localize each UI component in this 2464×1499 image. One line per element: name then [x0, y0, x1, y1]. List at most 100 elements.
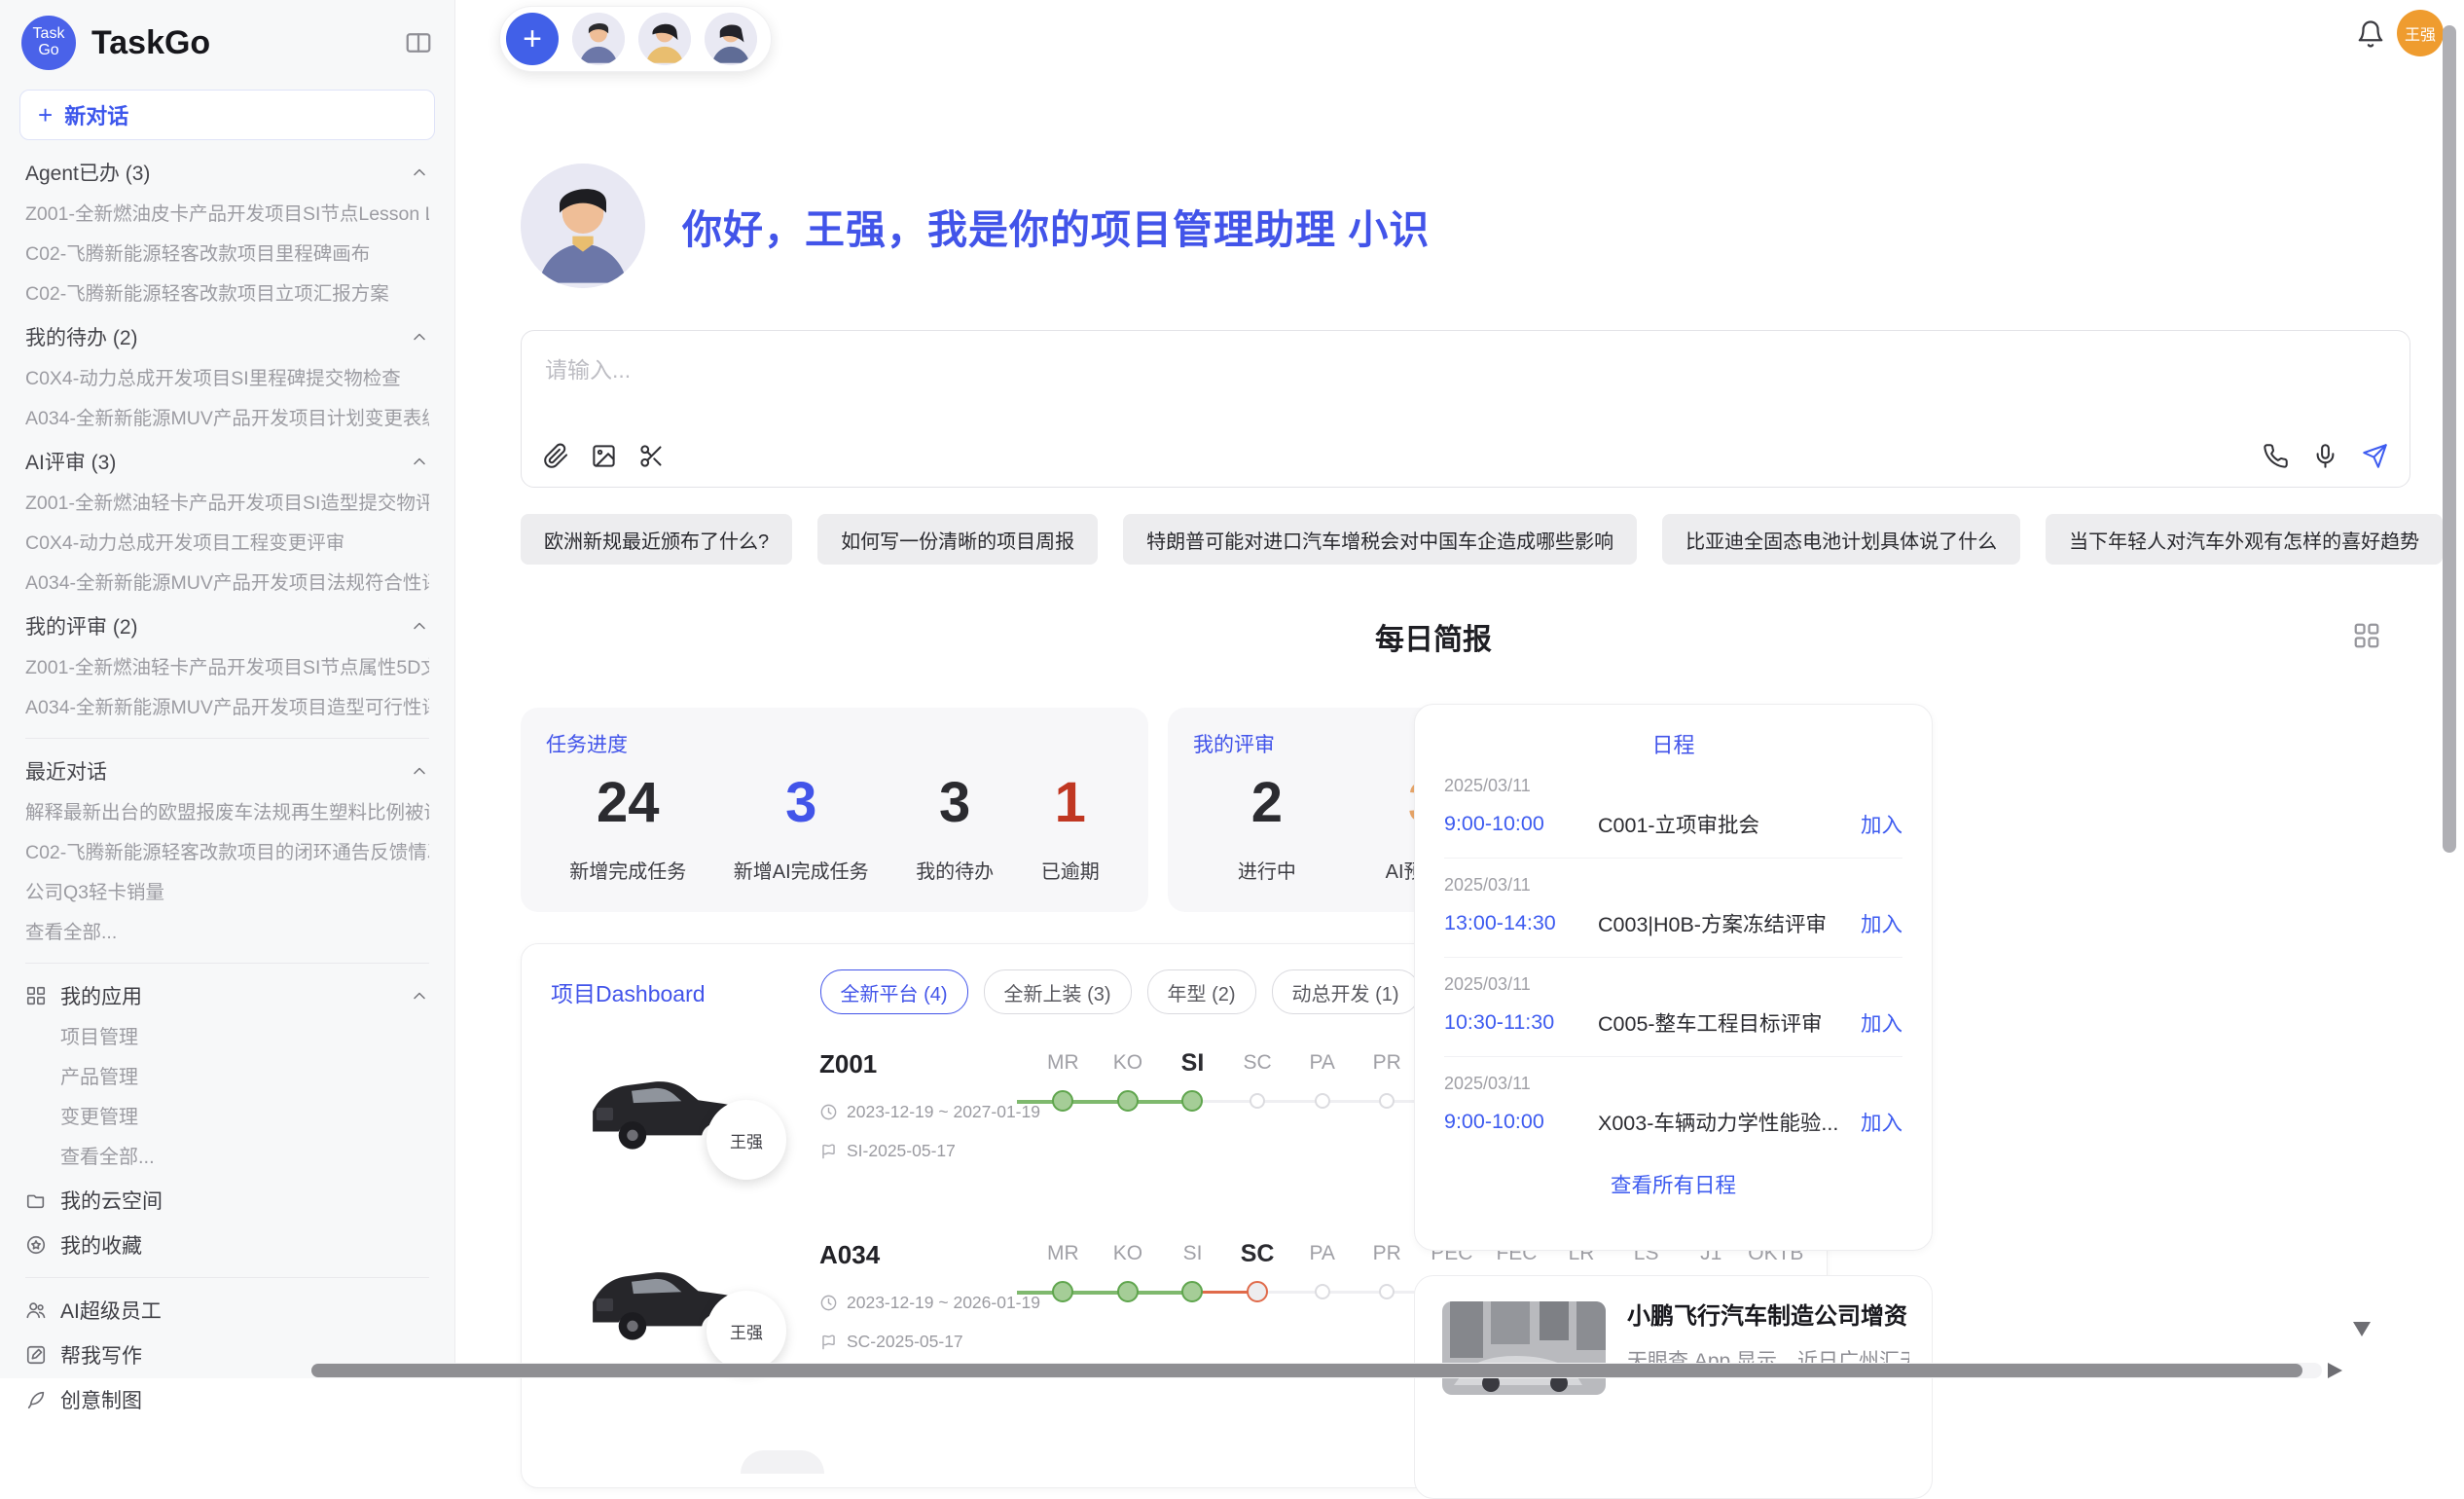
recent-chat-item[interactable]: 解释最新出台的欧盟报废车法规再生塑料比例被调至15%...: [25, 802, 429, 823]
project-milestone-flag: SC-2025-05-17: [819, 1332, 963, 1352]
project-milestone-flag: SI-2025-05-17: [819, 1141, 956, 1161]
project-name[interactable]: Z001: [819, 1049, 877, 1079]
clock-icon: [819, 1103, 838, 1121]
avatar[interactable]: [638, 13, 691, 65]
schedule-event-title: C003|H0B-方案冻结评审: [1598, 908, 1861, 938]
schedule-event-title: C001-立项审批会: [1598, 809, 1861, 839]
flag-icon: [819, 1142, 838, 1160]
next-project-sliver: [741, 1450, 824, 1474]
schedule-event-title: C005-整车工程目标评审: [1598, 1007, 1861, 1038]
sidebar-item[interactable]: A034-全新新能源MUV产品开发项目造型可行性评审: [25, 697, 429, 718]
my-favorites[interactable]: 我的收藏: [25, 1232, 429, 1258]
chevron-up-icon[interactable]: [410, 327, 429, 347]
app-item-project-mgmt[interactable]: 项目管理: [60, 1027, 429, 1048]
sidebar-item[interactable]: C0X4-动力总成开发项目SI里程碑提交物检查: [25, 368, 429, 389]
daily-briefing-title: 每日简报: [456, 615, 2410, 658]
recent-view-all[interactable]: 查看全部...: [25, 922, 429, 943]
paperclip-icon[interactable]: [543, 443, 569, 469]
avatar[interactable]: [705, 13, 757, 65]
sidebar-item[interactable]: C02-飞腾新能源轻客改款项目里程碑画布: [25, 243, 429, 265]
join-link[interactable]: 加入: [1861, 908, 1902, 938]
tool-ai-super-staff[interactable]: AI超级员工: [25, 1298, 429, 1323]
dashboard-filters: 全新平台 (4) 全新上装 (3) 年型 (2) 动总开发 (1): [820, 969, 1420, 1014]
apps-view-all[interactable]: 查看全部...: [60, 1147, 429, 1168]
recent-chat-item[interactable]: C02-飞腾新能源轻客改款项目的闭环通告反馈情况: [25, 842, 429, 863]
news-card[interactable]: 小鹏飞行汽车制造公司增资 天眼查 App 显示，近日广州汇天飞行汽: [1414, 1275, 1933, 1499]
card-title[interactable]: 任务进度: [546, 729, 1123, 758]
vertical-scrollbar-thumb[interactable]: [2443, 25, 2456, 853]
schedule-item: 2025/03/11 9:00-10:00 C001-立项审批会 加入: [1444, 759, 1902, 859]
chevron-up-icon[interactable]: [410, 616, 429, 636]
app-item-change-mgmt[interactable]: 变更管理: [60, 1107, 429, 1128]
chevron-up-icon[interactable]: [410, 986, 429, 1005]
notification-bell-icon[interactable]: [2356, 19, 2385, 49]
sidebar-item[interactable]: Z001-全新燃油轻卡产品开发项目SI造型提交物评审: [25, 493, 429, 514]
dashboard-title[interactable]: 项目Dashboard: [551, 975, 706, 1008]
stat-overdue: 1 已逾期: [1041, 772, 1100, 884]
logo-text-bottom: Go: [38, 43, 58, 59]
new-chat-button[interactable]: + 新对话: [19, 90, 435, 140]
sidebar-item[interactable]: Z001-全新燃油皮卡产品开发项目SI节点Lesson Learn报告: [25, 203, 429, 225]
write-icon: [25, 1344, 47, 1366]
filter-chip-body[interactable]: 全新上装 (3): [984, 969, 1132, 1014]
apps-grid-icon: [25, 985, 47, 1006]
join-link[interactable]: 加入: [1861, 809, 1902, 839]
microphone-icon[interactable]: [2312, 443, 2338, 469]
filter-chip-powertrain[interactable]: 动总开发 (1): [1272, 969, 1420, 1014]
tool-creative-drawing[interactable]: 创意制图: [25, 1387, 429, 1412]
chevron-up-icon[interactable]: [410, 761, 429, 781]
section-my-review[interactable]: 我的评审 (2): [25, 613, 429, 639]
new-chat-label: 新对话: [64, 99, 128, 130]
my-apps-header[interactable]: 我的应用: [25, 983, 429, 1008]
image-icon[interactable]: [591, 443, 617, 469]
sidebar-collapse-icon[interactable]: [404, 28, 433, 57]
sidebar-item[interactable]: Z001-全新燃油轻卡产品开发项目SI节点属性5D文件评审: [25, 657, 429, 678]
schedule-card: 日程 2025/03/11 9:00-10:00 C001-立项审批会 加入 2…: [1414, 704, 1933, 1251]
suggestion-chip[interactable]: 当下年轻人对汽车外观有怎样的喜好趋势: [2046, 514, 2443, 565]
chevron-up-icon[interactable]: [410, 452, 429, 471]
section-agent-done[interactable]: Agent已办 (3): [25, 160, 429, 185]
section-ai-review[interactable]: AI评审 (3): [25, 449, 429, 474]
phone-icon[interactable]: [2263, 443, 2289, 469]
add-conversation-button[interactable]: +: [506, 13, 559, 65]
app-item-product-mgmt[interactable]: 产品管理: [60, 1067, 429, 1088]
sidebar-item[interactable]: C0X4-动力总成开发项目工程变更评审: [25, 532, 429, 554]
logo-text-top: Task: [33, 26, 65, 43]
scroll-down-arrow-icon[interactable]: [2353, 1322, 2371, 1336]
news-image: [1442, 1301, 1606, 1395]
filter-chip-platform[interactable]: 全新平台 (4): [820, 969, 968, 1014]
send-icon[interactable]: [2362, 443, 2388, 469]
sidebar-item[interactable]: A034-全新新能源MUV产品开发项目计划变更表编写: [25, 408, 429, 429]
chat-input[interactable]: [543, 356, 2201, 384]
project-name[interactable]: A034: [819, 1240, 880, 1270]
recent-chat-item[interactable]: 公司Q3轻卡销量: [25, 882, 429, 903]
stat-in-progress: 2 进行中: [1238, 772, 1296, 884]
sidebar-item[interactable]: A034-全新新能源MUV产品开发项目法规符合性评审: [25, 572, 429, 594]
layout-grid-icon[interactable]: [2352, 621, 2381, 650]
avatar[interactable]: [572, 13, 625, 65]
my-cloud-space[interactable]: 我的云空间: [25, 1188, 429, 1213]
section-my-todo[interactable]: 我的待办 (2): [25, 324, 429, 349]
join-link[interactable]: 加入: [1861, 1107, 1902, 1137]
schedule-item: 2025/03/11 13:00-14:30 C003|H0B-方案冻结评审 加…: [1444, 859, 1902, 958]
milestone-done: [1181, 1281, 1203, 1302]
user-avatar[interactable]: 王强: [2397, 10, 2444, 56]
section-recent-chats[interactable]: 最近对话: [25, 758, 429, 784]
suggestion-chip[interactable]: 如何写一份清晰的项目周报: [817, 514, 1098, 565]
suggestion-chip[interactable]: 欧洲新规最近颁布了什么?: [521, 514, 792, 565]
suggestion-chip[interactable]: 特朗普可能对进口汽车增税会对中国车企造成哪些影响: [1123, 514, 1637, 565]
filter-chip-model-year[interactable]: 年型 (2): [1147, 969, 1256, 1014]
flag-icon: [819, 1333, 838, 1351]
horizontal-scrollbar-thumb[interactable]: [311, 1364, 2302, 1377]
suggestion-chips: 欧洲新规最近颁布了什么? 如何写一份清晰的项目周报 特朗普可能对进口汽车增税会对…: [521, 514, 2443, 565]
view-all-schedule-link[interactable]: 查看所有日程: [1444, 1169, 1902, 1199]
input-send-tools: [2263, 443, 2388, 469]
chevron-up-icon[interactable]: [410, 163, 429, 182]
scroll-right-arrow-icon[interactable]: [2328, 1363, 2342, 1378]
sidebar-item[interactable]: C02-飞腾新能源轻客改款项目立项汇报方案: [25, 283, 429, 305]
schedule-item: 2025/03/11 9:00-10:00 X003-车辆动力学性能验... 加…: [1444, 1057, 1902, 1155]
join-link[interactable]: 加入: [1861, 1007, 1902, 1038]
scissors-icon[interactable]: [638, 443, 665, 469]
suggestion-chip[interactable]: 比亚迪全固态电池计划具体说了什么: [1662, 514, 2020, 565]
schedule-event-title: X003-车辆动力学性能验...: [1598, 1107, 1861, 1137]
